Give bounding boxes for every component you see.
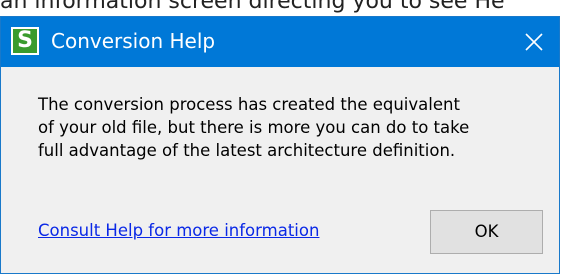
background-caption: an information screen directing you to s… [0,0,505,14]
title-bar: S Conversion Help [1,17,559,67]
consult-help-link[interactable]: Consult Help for more information [38,220,319,242]
message-line: The conversion process has created the e… [38,95,460,114]
close-button[interactable] [509,17,559,67]
conversion-help-dialog: S Conversion Help The conversion process… [0,16,560,274]
message-line: full advantage of the latest architectur… [38,141,456,160]
dialog-title: Conversion Help [51,29,216,53]
app-icon: S [11,27,39,55]
ok-button[interactable]: OK [430,210,543,254]
message-text: The conversion process has created the e… [38,93,543,162]
message-line: of your old file, but there is more you … [38,118,470,137]
close-icon [525,33,543,51]
